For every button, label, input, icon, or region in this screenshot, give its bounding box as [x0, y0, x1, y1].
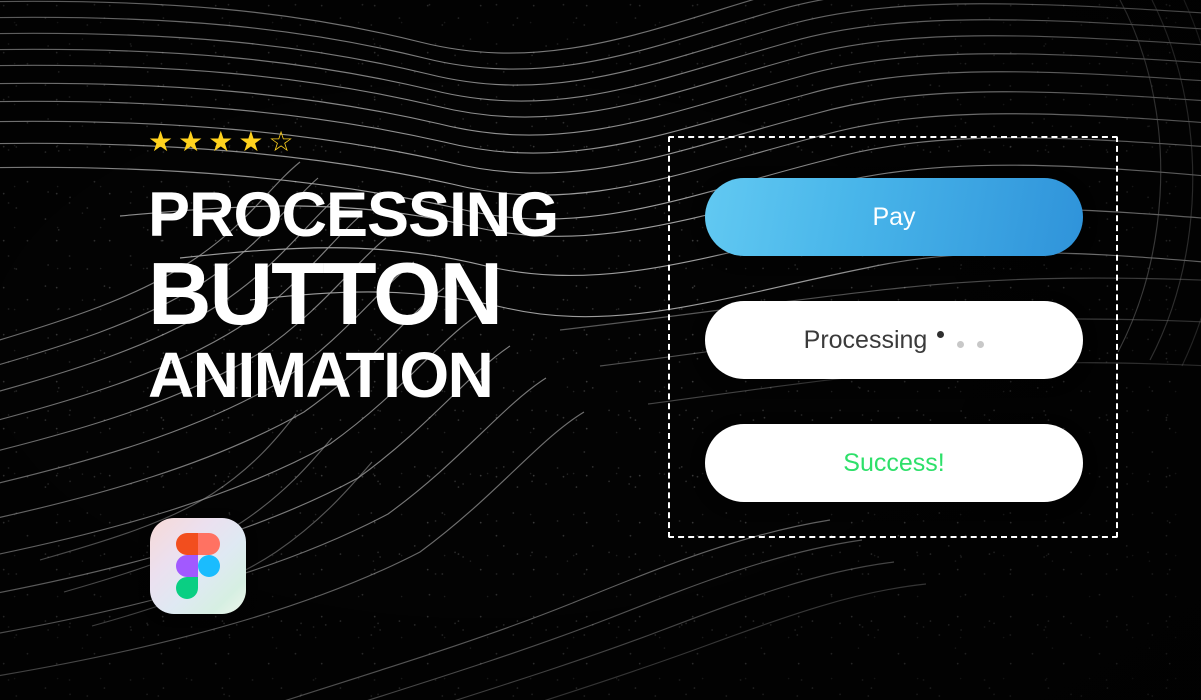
- headline-line-3: ANIMATION: [148, 338, 494, 411]
- success-button-label: Success!: [843, 448, 945, 477]
- star-filled-icon: ★: [238, 126, 264, 157]
- success-button[interactable]: Success!: [705, 424, 1083, 502]
- star-empty-icon: ☆: [268, 126, 294, 157]
- loading-dot-3-icon: [977, 341, 985, 348]
- star-rating: ★ ★ ★ ★ ☆: [148, 128, 294, 156]
- pay-button-label: Pay: [872, 202, 916, 231]
- loading-dot-1-icon: [937, 331, 945, 338]
- button-state-stack: Pay Processing Success!: [705, 178, 1083, 502]
- headline-line-2: BUTTON: [148, 244, 503, 344]
- figma-logo-icon: [176, 533, 220, 599]
- processing-button[interactable]: Processing: [705, 301, 1083, 379]
- pay-button[interactable]: Pay: [705, 178, 1083, 256]
- loading-dot-2-icon: [957, 341, 965, 348]
- star-filled-icon: ★: [208, 126, 234, 157]
- star-filled-icon: ★: [178, 126, 204, 157]
- page-title: PROCESSING BUTTON ANIMATION: [148, 180, 618, 411]
- loading-dots-indicator: [937, 329, 985, 351]
- processing-button-label: Processing: [803, 325, 928, 354]
- headline-line-1: PROCESSING: [148, 180, 559, 250]
- star-filled-icon: ★: [148, 126, 174, 157]
- figma-app-tile[interactable]: [150, 518, 246, 614]
- processing-button-content: Processing: [804, 326, 985, 355]
- poster-canvas: ★ ★ ★ ★ ☆ PROCESSING BUTTON ANIMATION Pa…: [0, 0, 1201, 700]
